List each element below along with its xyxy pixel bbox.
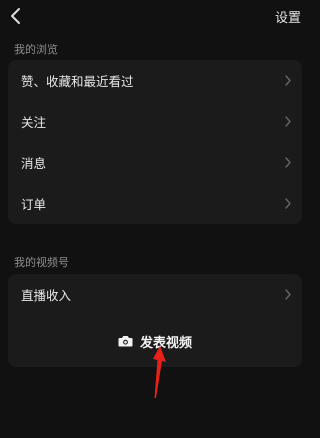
chevron-right-icon bbox=[285, 198, 291, 209]
browse-card: 赞、收藏和最近看过 关注 消息 订单 bbox=[8, 60, 302, 224]
list-item-messages[interactable]: 消息 bbox=[8, 142, 302, 183]
list-item-following[interactable]: 关注 bbox=[8, 101, 302, 142]
chevron-right-icon bbox=[285, 157, 291, 168]
camera-icon bbox=[118, 336, 133, 347]
list-item-label: 直播收入 bbox=[21, 288, 72, 303]
chevron-right-icon bbox=[285, 116, 291, 127]
list-item-label: 关注 bbox=[21, 115, 47, 130]
list-item-orders[interactable]: 订单 bbox=[8, 183, 302, 224]
list-item-likes-favorites-recent[interactable]: 赞、收藏和最近看过 bbox=[8, 60, 302, 101]
chevron-right-icon bbox=[285, 75, 291, 86]
list-item-label: 赞、收藏和最近看过 bbox=[21, 74, 134, 89]
chevron-right-icon bbox=[285, 289, 291, 300]
top-bar: 设置 bbox=[0, 0, 311, 32]
page-title: 设置 bbox=[274, 11, 301, 26]
section-title-channels: 我的视频号 bbox=[14, 256, 69, 269]
list-item-live-income[interactable]: 直播收入 bbox=[8, 274, 302, 315]
red-arrow-annotation bbox=[153, 346, 166, 398]
list-item-label: 消息 bbox=[21, 156, 47, 171]
section-title-browse: 我的浏览 bbox=[14, 43, 58, 56]
chevron-left-icon[interactable] bbox=[8, 6, 24, 26]
list-item-label: 订单 bbox=[21, 197, 47, 212]
